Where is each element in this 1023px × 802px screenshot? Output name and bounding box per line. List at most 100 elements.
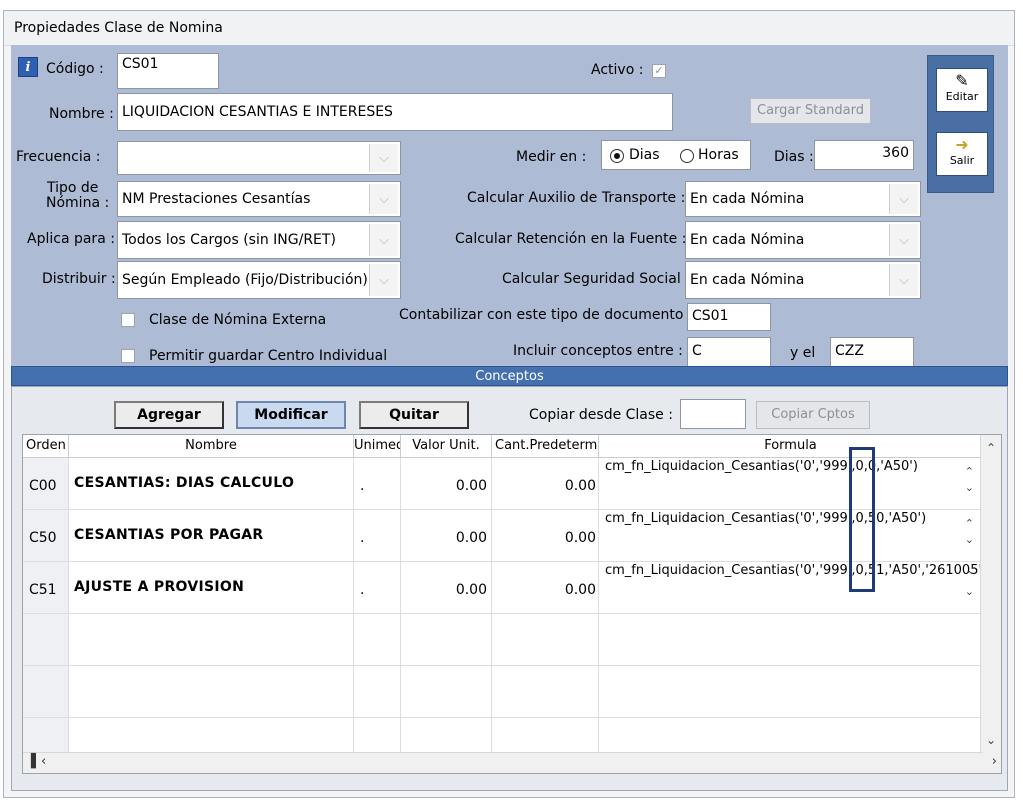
distribuir-label: Distribuir :: [42, 271, 116, 287]
table-row[interactable]: C00 CESANTIAS: DIAS CALCULO . 0.00 0.00 …: [23, 458, 983, 510]
scroll-up-icon[interactable]: ⌃: [981, 441, 1001, 455]
activo-checkbox[interactable]: ✓: [652, 64, 666, 78]
salir-button[interactable]: ➜ Salir: [936, 132, 988, 176]
dias-label: Dias :: [774, 149, 814, 165]
copiar-clase-input[interactable]: [680, 399, 746, 429]
chevron-down-icon[interactable]: ⌵: [369, 144, 398, 172]
agregar-button[interactable]: Agregar: [114, 401, 224, 429]
radio-horas-label: Horas: [698, 147, 739, 163]
info-icon[interactable]: i: [18, 57, 38, 77]
dias-input[interactable]: 360: [814, 140, 914, 170]
chevron-down-icon[interactable]: ⌵: [369, 264, 398, 296]
col-nombre[interactable]: Nombre: [69, 435, 354, 457]
empty-cell: [492, 614, 599, 665]
window-title: Propiedades Clase de Nomina: [14, 20, 223, 36]
row-valor: 0.00: [401, 510, 492, 561]
scroll-down-icon[interactable]: ⌄: [981, 733, 1001, 747]
tipo-label-2: Nómina :: [46, 195, 110, 211]
distribuir-select[interactable]: Según Empleado (Fijo/Distribución) ⌵: [117, 261, 401, 299]
empty-cell: [492, 718, 599, 754]
copiar-label: Copiar desde Clase :: [529, 407, 673, 423]
formula-scroll-arrows-icon[interactable]: ⌃ ⌄: [965, 568, 974, 600]
aplica-select[interactable]: Todos los Cargos (sin ING/RET) ⌵: [117, 221, 401, 259]
quitar-button[interactable]: Quitar: [359, 401, 469, 429]
frecuencia-select[interactable]: ⌵: [117, 141, 401, 175]
horizontal-scrollbar[interactable]: ▌‹ ›: [23, 752, 997, 773]
seguridad-value: En cada Nómina: [690, 272, 805, 288]
chevron-down-icon[interactable]: ⌵: [889, 264, 918, 296]
contabilizar-label: Contabilizar con este tipo de documento …: [399, 307, 693, 323]
nombre-label: Nombre :: [49, 106, 114, 122]
incluir-from-input[interactable]: C: [687, 337, 771, 367]
centro-label: Permitir guardar Centro Individual: [149, 348, 388, 364]
tipo-label-1: Tipo de: [47, 180, 99, 196]
empty-cell: [69, 614, 354, 665]
activo-label: Activo :: [591, 62, 644, 78]
table-row[interactable]: C50 CESANTIAS POR PAGAR . 0.00 0.00 cm_f…: [23, 510, 983, 562]
row-cant: 0.00: [492, 562, 599, 613]
seguridad-select[interactable]: En cada Nómina ⌵: [685, 261, 921, 299]
radio-dias[interactable]: [610, 149, 624, 163]
codigo-input[interactable]: CS01: [117, 53, 219, 89]
row-nombre: CESANTIAS: DIAS CALCULO: [69, 458, 354, 509]
empty-cell: [23, 718, 69, 754]
centro-checkbox[interactable]: [121, 349, 135, 363]
radio-horas[interactable]: [680, 149, 694, 163]
medir-label: Medir en :: [516, 149, 587, 165]
empty-row[interactable]: [23, 614, 983, 666]
col-orden[interactable]: Orden: [23, 435, 69, 457]
scroll-right-icon[interactable]: ›: [992, 754, 997, 769]
row-unimed: .: [354, 562, 401, 613]
salir-label: Salir: [949, 154, 975, 167]
vertical-scrollbar[interactable]: ⌃ ⌄: [980, 435, 1001, 773]
aplica-label: Aplica para :: [27, 231, 115, 247]
row-formula[interactable]: cm_fn_Liquidacion_Cesantias('0','999',0,…: [599, 510, 983, 561]
contabilizar-input[interactable]: CS01: [687, 303, 771, 331]
editar-label: Editar: [945, 90, 979, 103]
copiar-cptos-button[interactable]: Copiar Cptos: [756, 401, 870, 429]
nombre-input[interactable]: LIQUIDACION CESANTIAS E INTERESES: [117, 93, 673, 131]
chevron-down-icon[interactable]: ⌵: [369, 224, 398, 256]
col-unimed[interactable]: Unimed: [354, 435, 401, 457]
editar-button[interactable]: ✎ Editar: [936, 68, 988, 112]
chevron-down-icon[interactable]: ⌵: [889, 184, 918, 214]
row-formula[interactable]: cm_fn_Liquidacion_Cesantias('0','999',0,…: [599, 458, 983, 509]
row-formula-text: cm_fn_Liquidacion_Cesantias('0','999',0,…: [605, 563, 983, 578]
externa-checkbox[interactable]: [121, 313, 135, 327]
chevron-down-icon[interactable]: ⌵: [889, 224, 918, 256]
row-orden: C00: [23, 458, 69, 509]
externa-label: Clase de Nómina Externa: [149, 312, 327, 328]
incluir-label: Incluir conceptos entre :: [513, 343, 683, 359]
empty-cell: [599, 614, 983, 665]
incluir-to-input[interactable]: CZZ: [830, 337, 914, 367]
radio-dias-label: Dias: [629, 147, 660, 163]
empty-cell: [354, 718, 401, 754]
retencion-select[interactable]: En cada Nómina ⌵: [685, 221, 921, 259]
formula-scroll-arrows-icon[interactable]: ⌃ ⌄: [965, 464, 974, 496]
row-cant: 0.00: [492, 510, 599, 561]
col-valor[interactable]: Valor Unit.: [401, 435, 492, 457]
auxilio-select[interactable]: En cada Nómina ⌵: [685, 181, 921, 217]
propiedades-window: Propiedades Clase de Nomina i Código : C…: [3, 10, 1015, 798]
action-sidebar: ✎ Editar ➜ Salir: [927, 55, 994, 193]
retencion-label: Calcular Retención en la Fuente :: [455, 231, 687, 247]
row-formula[interactable]: cm_fn_Liquidacion_Cesantias('0','999',0,…: [599, 562, 983, 613]
auxilio-label: Calcular Auxilio de Transporte :: [467, 190, 686, 206]
chevron-down-icon[interactable]: ⌵: [369, 184, 398, 214]
col-formula[interactable]: Formula: [599, 435, 983, 457]
empty-row[interactable]: [23, 666, 983, 718]
empty-row[interactable]: [23, 718, 983, 755]
tipo-nomina-select[interactable]: NM Prestaciones Cesantías ⌵: [117, 181, 401, 217]
properties-panel: i Código : CS01 Activo : ✓ Nombre : LIQU…: [11, 45, 1008, 375]
formula-scroll-arrows-icon[interactable]: ⌃ ⌄: [965, 516, 974, 548]
table-row[interactable]: C51 AJUSTE A PROVISION . 0.00 0.00 cm_fn…: [23, 562, 983, 614]
empty-cell: [23, 614, 69, 665]
cargar-standard-button[interactable]: Cargar Standard: [750, 98, 871, 124]
row-unimed: .: [354, 510, 401, 561]
annotation-highlight-box: [849, 447, 875, 592]
row-nombre: AJUSTE A PROVISION: [69, 562, 354, 613]
scroll-left-icon[interactable]: ▌‹: [31, 754, 46, 769]
modificar-button[interactable]: Modificar: [236, 401, 346, 429]
col-cant[interactable]: Cant.Predetermi: [492, 435, 599, 457]
row-nombre: CESANTIAS POR PAGAR: [69, 510, 354, 561]
